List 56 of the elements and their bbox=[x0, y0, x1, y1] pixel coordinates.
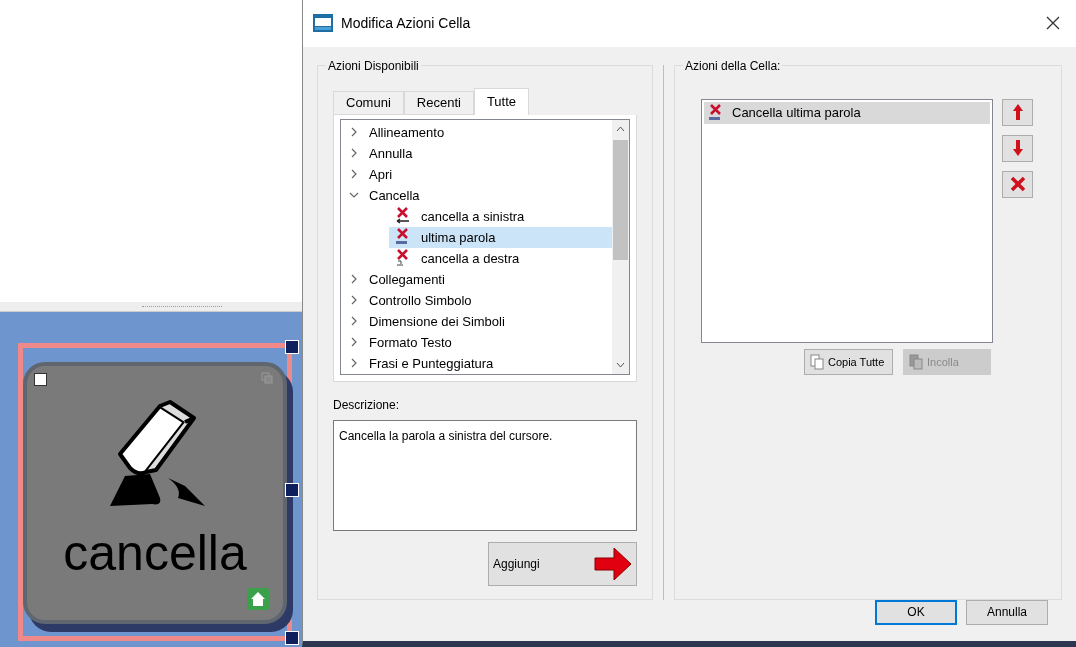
delete-icon bbox=[395, 249, 411, 268]
delete-icon bbox=[395, 228, 411, 247]
resize-handle[interactable] bbox=[285, 631, 299, 645]
tab[interactable]: Recenti bbox=[403, 90, 474, 115]
grid-app-icon bbox=[313, 14, 333, 33]
chevron-right-icon[interactable] bbox=[349, 148, 359, 159]
home-icon bbox=[247, 588, 269, 610]
ok-button[interactable]: OK bbox=[875, 599, 957, 625]
tab[interactable]: Tutte bbox=[473, 87, 530, 115]
chevron-right-icon[interactable] bbox=[349, 316, 359, 327]
scroll-up-icon[interactable] bbox=[616, 125, 625, 132]
chevron-right-icon[interactable] bbox=[349, 169, 359, 180]
tree-item[interactable]: Collegamenti bbox=[369, 269, 445, 290]
tree-item[interactable]: Allineamento bbox=[369, 122, 445, 143]
tree-item[interactable]: Formato Testo bbox=[369, 332, 452, 353]
close-icon[interactable] bbox=[1046, 16, 1060, 31]
move-down-button[interactable] bbox=[1002, 134, 1033, 162]
cell-marker-icon bbox=[35, 374, 46, 385]
cell-label: cancella bbox=[63, 528, 247, 578]
tree-item[interactable]: ultima parola bbox=[389, 226, 612, 248]
description-field[interactable]: Cancella la parola a sinistra del cursore. bbox=[333, 419, 637, 531]
tree-item[interactable]: cancella a destra bbox=[389, 247, 612, 269]
clipboard-icon bbox=[909, 353, 923, 370]
chevron-right-icon[interactable] bbox=[349, 337, 359, 348]
arrow-down-icon bbox=[1012, 140, 1023, 157]
scroll-down-icon[interactable] bbox=[616, 361, 625, 368]
tree-item[interactable]: Frasi e Punteggiatura bbox=[369, 353, 494, 374]
move-up-button[interactable] bbox=[1002, 98, 1033, 126]
copy-all-button[interactable]: Copia Tutte bbox=[804, 348, 893, 375]
tree-item[interactable]: Controllo Simbolo bbox=[369, 290, 472, 311]
list-item[interactable]: Cancella ultima parola bbox=[704, 101, 990, 124]
copy-icon bbox=[261, 372, 273, 384]
tree-item[interactable]: cancella a sinistra bbox=[389, 205, 612, 227]
delete-icon bbox=[395, 207, 411, 226]
tree-item[interactable]: Dimensione dei Simboli bbox=[369, 311, 505, 332]
resize-handle[interactable] bbox=[285, 483, 299, 497]
remove-button[interactable] bbox=[1002, 170, 1033, 198]
chevron-right-icon[interactable] bbox=[349, 295, 359, 306]
field-label: Descrizione: bbox=[333, 396, 401, 414]
cancel-button[interactable]: Annulla bbox=[966, 599, 1048, 625]
tree-item[interactable]: Annulla bbox=[369, 143, 413, 164]
scrollbar[interactable] bbox=[612, 119, 629, 374]
chevron-right-icon[interactable] bbox=[349, 127, 359, 138]
tree-item[interactable]: Cancella bbox=[369, 185, 420, 206]
resize-handle[interactable] bbox=[285, 340, 299, 354]
add-button[interactable]: Aggiungi bbox=[488, 541, 637, 586]
delete-icon bbox=[708, 103, 724, 122]
arrow-right-icon bbox=[594, 546, 632, 581]
tab[interactable]: Comuni bbox=[333, 90, 404, 115]
window-title: Modifica Azioni Cella bbox=[341, 13, 471, 33]
chevron-right-icon[interactable] bbox=[349, 274, 359, 285]
arrow-up-icon bbox=[1012, 104, 1023, 121]
clipboard-icon bbox=[810, 353, 824, 370]
close-icon bbox=[1009, 176, 1026, 193]
tree-item[interactable]: Apri bbox=[369, 164, 393, 185]
chevron-right-icon[interactable] bbox=[349, 358, 359, 369]
